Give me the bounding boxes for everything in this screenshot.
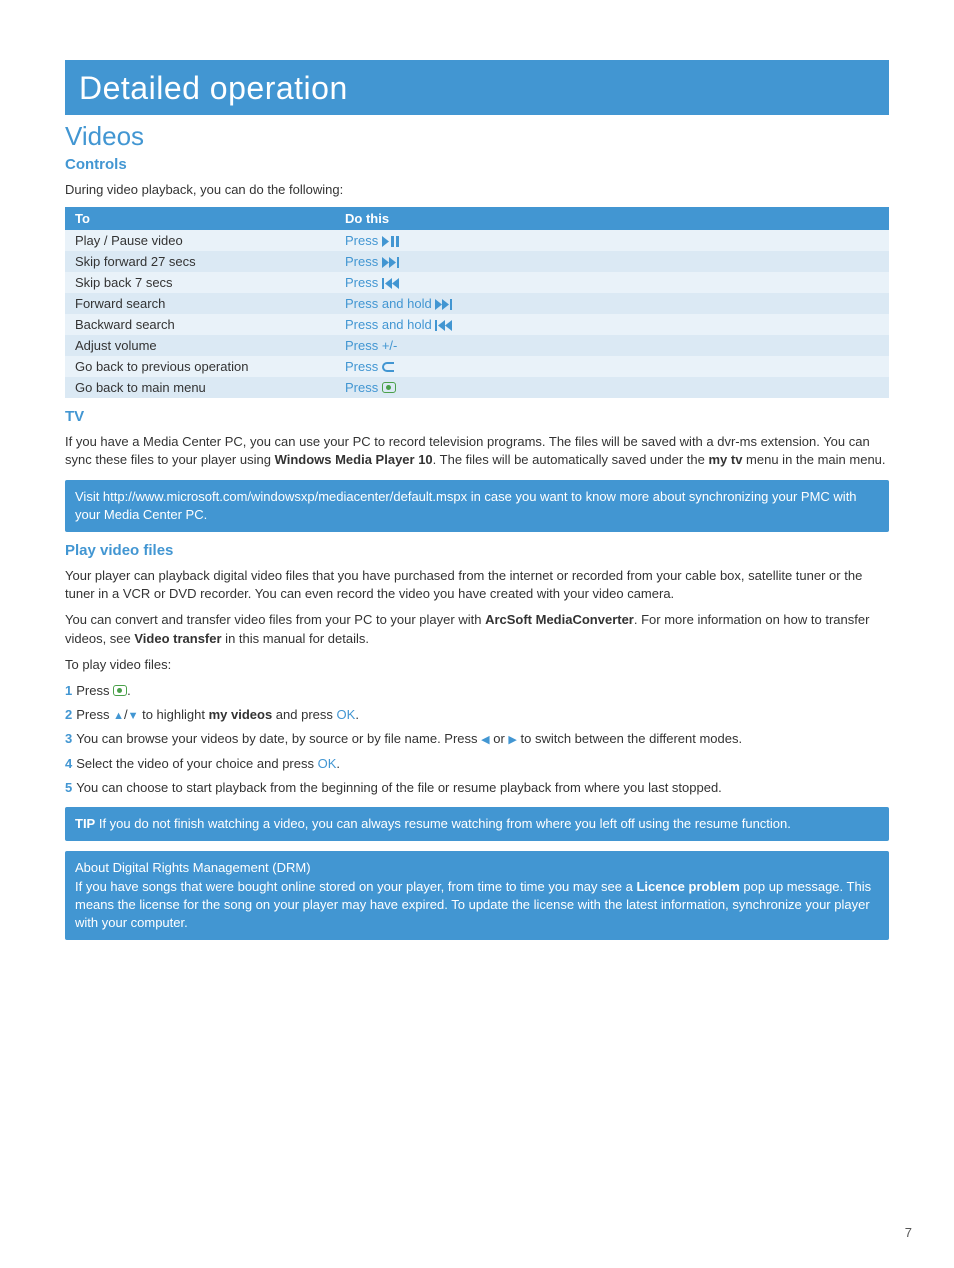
drm-callout: About Digital Rights Management (DRM) If… [65,851,889,940]
step-1: 1Press . [65,682,889,700]
play-steps: 1Press . 2Press ▲/▼ to highlight my vide… [65,682,889,797]
cell-to: Go back to main menu [65,377,335,398]
section-videos: Videos [65,121,889,152]
tv-paragraph: If you have a Media Center PC, you can u… [65,433,889,469]
cell-to: Forward search [65,293,335,314]
arrow-up-icon: ▲ [113,710,124,722]
table-row: Go back to previous operation Press [65,356,889,377]
subsection-play-video-files: Play video files [65,542,889,559]
plus-minus-icon: +/- [382,338,398,353]
step-2: 2Press ▲/▼ to highlight my videos and pr… [65,706,889,724]
media-center-icon [382,382,396,393]
play-para2: You can convert and transfer video files… [65,611,889,647]
cell-to: Skip back 7 secs [65,272,335,293]
table-row: Play / Pause video Press [65,230,889,251]
page-title-banner: Detailed operation [65,60,889,115]
table-row: Forward search Press and hold [65,293,889,314]
col-dothis: Do this [335,207,889,230]
arrow-down-icon: ▼ [128,710,139,722]
skip-forward-icon [382,257,400,268]
table-row: Adjust volume Press +/- [65,335,889,356]
controls-table: To Do this Play / Pause video Press Skip… [65,207,889,398]
page-number: 7 [905,1225,912,1240]
step-5: 5You can choose to start playback from t… [65,779,889,797]
subsection-controls: Controls [65,156,889,173]
cell-action: Press [335,230,889,251]
arrow-left-icon: ◀ [481,734,489,746]
cell-to: Go back to previous operation [65,356,335,377]
step-3: 3You can browse your videos by date, by … [65,730,889,748]
table-row: Go back to main menu Press [65,377,889,398]
cell-to: Play / Pause video [65,230,335,251]
tip-callout: TIP If you do not finish watching a vide… [65,807,889,841]
table-row: Skip back 7 secs Press [65,272,889,293]
controls-intro: During video playback, you can do the fo… [65,181,889,199]
cell-to: Adjust volume [65,335,335,356]
cell-action: Press [335,251,889,272]
cell-action: Press [335,356,889,377]
cell-action: Press [335,377,889,398]
media-center-icon [113,685,127,696]
back-icon [382,362,394,372]
cell-to: Backward search [65,314,335,335]
play-pause-icon [382,236,400,247]
skip-forward-icon [435,299,453,310]
cell-action: Press +/- [335,335,889,356]
col-to: To [65,207,335,230]
cell-action: Press and hold [335,314,889,335]
table-row: Backward search Press and hold [65,314,889,335]
skip-back-icon [382,278,400,289]
cell-action: Press and hold [335,293,889,314]
cell-action: Press [335,272,889,293]
play-para3: To play video files: [65,656,889,674]
step-4: 4Select the video of your choice and pre… [65,755,889,773]
skip-back-icon [435,320,453,331]
tv-callout: Visit http://www.microsoft.com/windowsxp… [65,480,889,532]
table-row: Skip forward 27 secs Press [65,251,889,272]
play-para1: Your player can playback digital video f… [65,567,889,603]
cell-to: Skip forward 27 secs [65,251,335,272]
subsection-tv: TV [65,408,889,425]
arrow-right-icon: ▶ [508,734,516,746]
